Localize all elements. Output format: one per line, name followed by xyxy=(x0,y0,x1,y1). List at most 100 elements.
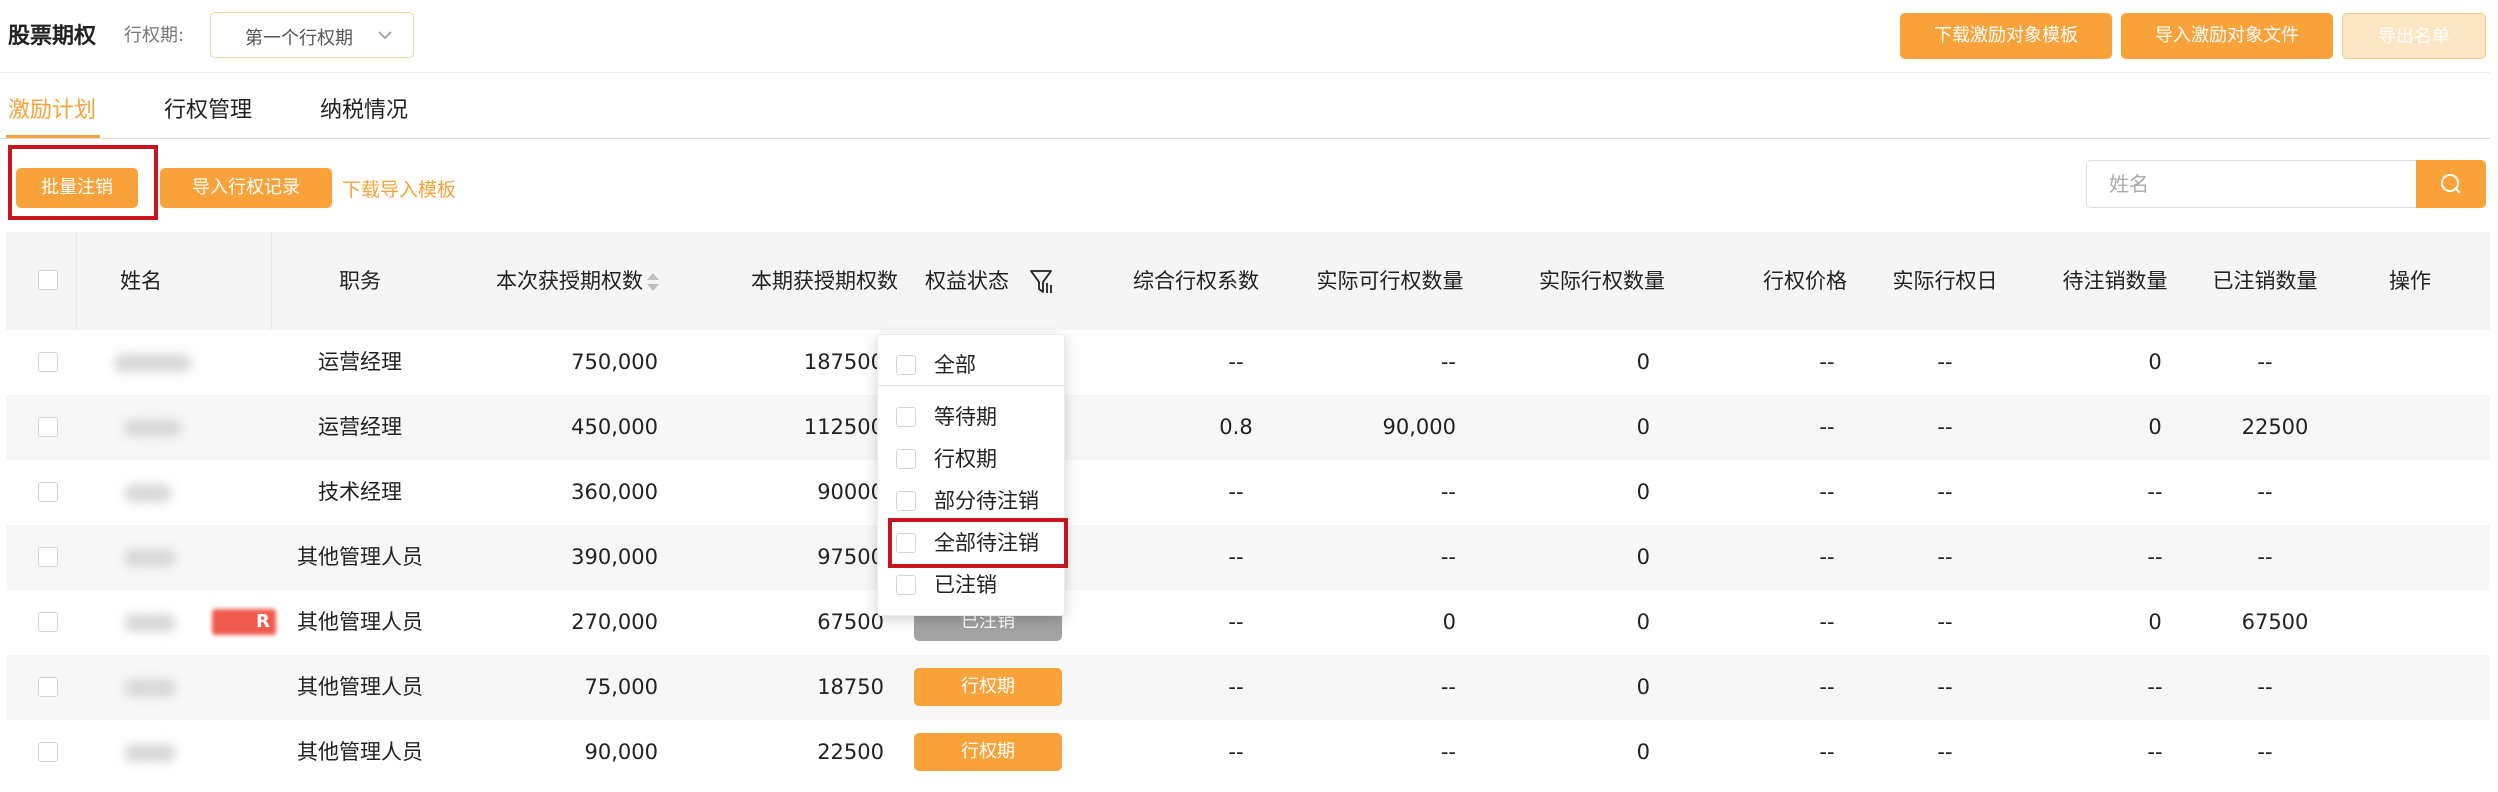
filter-option-label: 部分待注销 xyxy=(934,489,1039,513)
row-checkbox[interactable] xyxy=(38,677,58,697)
cell-period-granted: 67500 xyxy=(817,610,884,634)
table-row: 技术经理 360,000 90000 -- -- 0 -- -- -- -- xyxy=(6,460,2490,525)
header-action: 操作 xyxy=(2389,269,2431,293)
cell-period-granted: 112500 xyxy=(803,415,884,439)
filter-option-label: 等待期 xyxy=(934,405,997,429)
cell-pending-cancel: 0 xyxy=(2148,610,2162,634)
filter-option-checkbox[interactable] xyxy=(896,407,916,427)
cell-granted: 90,000 xyxy=(584,740,658,764)
cell-position: 其他管理人员 xyxy=(297,545,423,569)
header-exercise-date: 实际行权日 xyxy=(1892,269,1998,293)
row-checkbox[interactable] xyxy=(38,482,58,502)
cell-exercisable: -- xyxy=(1440,350,1456,374)
header-exercisable: 实际可行权数量 xyxy=(1316,269,1464,293)
cell-exercised: 0 xyxy=(1636,675,1650,699)
status-filter-dropdown: 全部 等待期 行权期 部分待注销 全部待注销 已注销 xyxy=(877,334,1066,616)
cell-cancelled: -- xyxy=(2257,350,2273,374)
filter-option-checkbox[interactable] xyxy=(896,449,916,469)
table-row: 其他管理人员 75,000 18750 行权期 -- -- 0 -- -- --… xyxy=(6,655,2490,720)
header-name: 姓名 xyxy=(120,269,162,293)
filter-option-partial-pending[interactable]: 部分待注销 xyxy=(878,481,1066,521)
filter-option-waiting[interactable]: 等待期 xyxy=(878,397,1066,437)
filter-option-checkbox[interactable] xyxy=(896,575,916,595)
cell-granted: 390,000 xyxy=(571,545,658,569)
tab-incentive-plan[interactable]: 激励计划 xyxy=(8,92,96,124)
select-all-checkbox[interactable] xyxy=(38,270,58,290)
cell-granted: 75,000 xyxy=(584,675,658,699)
row-checkbox[interactable] xyxy=(38,417,58,437)
cell-pending-cancel: 0 xyxy=(2148,415,2162,439)
blurred-name xyxy=(124,744,176,762)
filter-option-cancelled[interactable]: 已注销 xyxy=(878,565,1066,605)
cell-position: 运营经理 xyxy=(318,415,402,439)
cell-exercisable: 0 xyxy=(1442,610,1456,634)
page-title: 股票期权 xyxy=(8,24,97,49)
dropdown-divider xyxy=(878,385,1066,386)
search-button[interactable] xyxy=(2416,160,2486,208)
search-input[interactable] xyxy=(2087,161,2416,207)
header-cancelled: 已注销数量 xyxy=(2212,269,2318,293)
cell-granted: 750,000 xyxy=(571,350,658,374)
cell-period-granted: 18750 xyxy=(817,675,884,699)
import-file-button[interactable]: 导入激励对象文件 xyxy=(2121,13,2333,59)
row-checkbox[interactable] xyxy=(38,612,58,632)
download-template-button[interactable]: 下载激励对象模板 xyxy=(1900,13,2112,59)
header-granted[interactable]: 本次获授期权数 xyxy=(446,232,643,330)
table-header: 姓名 职务 本次获授期权数 本期获授期权数 权益状态 综合行权系数 实际可行权数… xyxy=(6,232,2490,330)
sort-icon[interactable] xyxy=(644,270,662,294)
download-import-template-link[interactable]: 下载导入模板 xyxy=(342,175,456,202)
table-row: 其他管理人员 90,000 22500 行权期 -- -- 0 -- -- --… xyxy=(6,720,2490,785)
cell-exercisable: -- xyxy=(1440,675,1456,699)
highlight-box-all-pending xyxy=(888,518,1068,568)
cell-exercised: 0 xyxy=(1636,415,1650,439)
filter-option-label: 已注销 xyxy=(934,573,997,597)
period-select[interactable]: 第一个行权期 xyxy=(210,12,414,58)
cell-price: -- xyxy=(1819,675,1835,699)
filter-icon[interactable] xyxy=(1029,268,1055,296)
search-box[interactable] xyxy=(2086,160,2416,208)
cell-exercised: 0 xyxy=(1636,545,1650,569)
cell-exercise-date: -- xyxy=(1937,545,1953,569)
cell-position: 运营经理 xyxy=(318,350,402,374)
cell-position: 技术经理 xyxy=(318,480,402,504)
cell-granted: 450,000 xyxy=(571,415,658,439)
cell-granted: 360,000 xyxy=(571,480,658,504)
cell-cancelled: 22500 xyxy=(2241,415,2309,439)
filter-option-exercise[interactable]: 行权期 xyxy=(878,439,1066,479)
filter-option-checkbox[interactable] xyxy=(896,491,916,511)
filter-option-all[interactable]: 全部 xyxy=(878,345,1066,385)
filter-option-checkbox[interactable] xyxy=(896,355,916,375)
cell-position: 其他管理人员 xyxy=(297,740,423,764)
cell-granted: 270,000 xyxy=(571,610,658,634)
tab-exercise-management[interactable]: 行权管理 xyxy=(164,92,252,124)
cell-exercise-date: -- xyxy=(1937,610,1953,634)
row-checkbox[interactable] xyxy=(38,352,58,372)
cell-period-granted: 90000 xyxy=(817,480,884,504)
search-icon xyxy=(2441,174,2461,194)
table-row: 运营经理 750,000 187500 -- -- 0 -- -- 0 -- xyxy=(6,330,2490,395)
table-row: R 其他管理人员 270,000 67500 已注销 -- 0 0 -- -- … xyxy=(6,590,2490,655)
cell-price: -- xyxy=(1819,480,1835,504)
blurred-name xyxy=(124,549,176,567)
status-badge[interactable]: 行权期 xyxy=(914,733,1062,771)
chevron-down-icon xyxy=(378,31,392,40)
cell-price: -- xyxy=(1819,610,1835,634)
cell-price: -- xyxy=(1819,545,1835,569)
import-records-button[interactable]: 导入行权记录 xyxy=(160,168,332,208)
cell-position: 其他管理人员 xyxy=(297,675,423,699)
row-checkbox[interactable] xyxy=(38,547,58,567)
status-badge[interactable]: 行权期 xyxy=(914,668,1062,706)
highlight-box-batch-cancel xyxy=(8,145,158,220)
cell-exercised: 0 xyxy=(1636,610,1650,634)
row-checkbox[interactable] xyxy=(38,742,58,762)
cell-cancelled: 67500 xyxy=(2241,610,2309,634)
cell-exercisable: -- xyxy=(1440,740,1456,764)
tab-tax-status[interactable]: 纳税情况 xyxy=(320,92,408,124)
blurred-name xyxy=(124,484,172,502)
cell-exercised: 0 xyxy=(1636,480,1650,504)
blurred-name xyxy=(124,679,176,697)
export-list-button[interactable]: 导出名单 xyxy=(2342,13,2486,59)
cell-cancelled: -- xyxy=(2257,545,2273,569)
cell-exercisable: -- xyxy=(1440,545,1456,569)
cell-exercise-date: -- xyxy=(1937,740,1953,764)
